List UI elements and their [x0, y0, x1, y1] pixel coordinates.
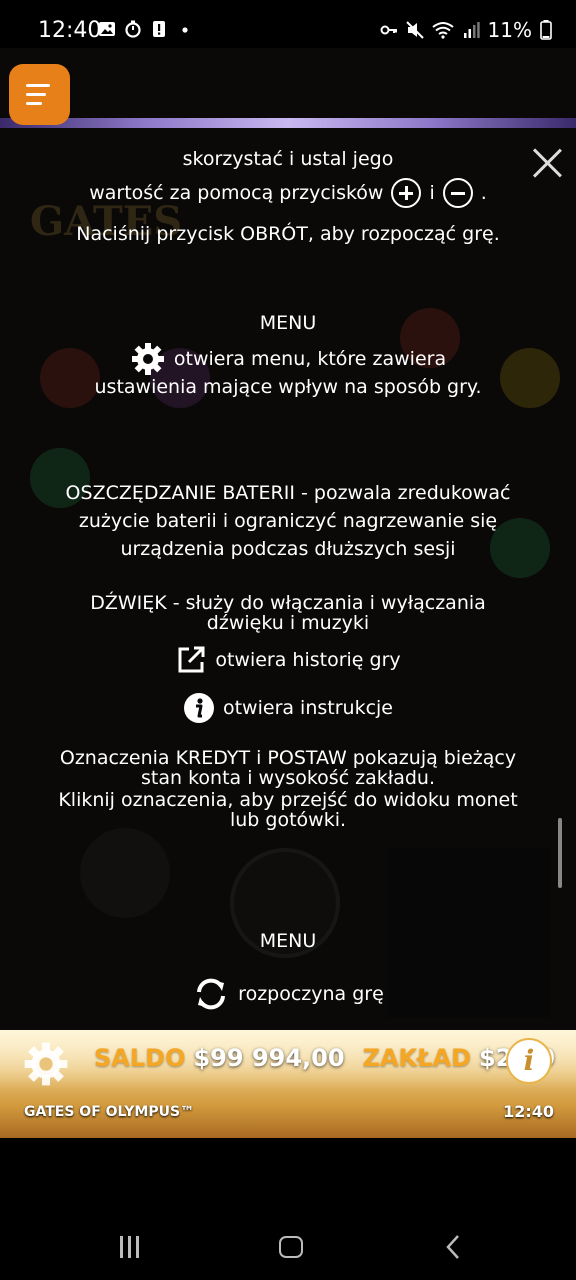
key-icon [380, 25, 397, 35]
help-line-1: skorzystać i ustal jego [182, 148, 394, 170]
info-glyph: i [523, 1044, 535, 1077]
mute-icon [405, 21, 424, 39]
plus-icon [391, 178, 422, 208]
credit-desc-1: Oznaczenia KREDYT i POSTAW pokazują bież… [59, 747, 517, 769]
help-line-2: wartość za pomocą przycisków i . [0, 178, 576, 208]
signal-icon [463, 22, 480, 38]
game-area: GATES skorzystać i ustal jego wartość za… [0, 48, 576, 1138]
alert-icon [153, 21, 165, 37]
game-name: GATES OF OLYMPUS™ [24, 1104, 195, 1120]
game-clock: 12:40 [503, 1102, 554, 1121]
credit-desc-4: lub gotówki. [229, 809, 347, 831]
info-icon [183, 693, 214, 723]
info-button[interactable]: i [506, 1038, 552, 1084]
spin-desc: rozpoczyna grę [238, 983, 384, 1005]
spin-icon [197, 978, 226, 1010]
battery-desc-2: zużycie baterii i ograniczyć nagrzewanie… [78, 510, 498, 532]
gear-icon [131, 343, 164, 375]
wifi-icon [431, 22, 454, 39]
gallery-icon [99, 22, 115, 36]
game-bottom-bar: SALDO $99 994,00 ZAKŁAD $2,00 i GATES OF… [0, 1030, 576, 1138]
timer-icon [125, 20, 141, 38]
help-line-2-and: i [429, 182, 435, 204]
recent-apps-button[interactable] [118, 1236, 142, 1258]
menu-heading: MENU [259, 312, 317, 334]
balance-label[interactable]: SALDO [94, 1044, 185, 1072]
history-text: otwiera historię gry [215, 649, 401, 671]
spin-row: rozpoczyna grę [0, 976, 576, 1012]
dot-icon [182, 27, 188, 33]
back-button[interactable] [444, 1234, 462, 1260]
hamburger-menu-button[interactable] [9, 64, 70, 125]
background-symbol [80, 828, 170, 918]
external-link-icon [178, 646, 205, 673]
battery-percent: 11% [487, 18, 532, 42]
minus-icon [442, 178, 473, 208]
status-time: 12:40 [38, 18, 102, 43]
history-row: otwiera historię gry [0, 644, 576, 676]
navigation-bar [0, 1212, 576, 1280]
help-line-2-text: wartość za pomocą przycisków [89, 182, 384, 204]
bet-label[interactable]: ZAKŁAD [363, 1044, 471, 1072]
credit-desc-3: Kliknij oznaczenia, aby przejść do widok… [58, 789, 518, 811]
balance-value[interactable]: $99 994,00 [193, 1044, 344, 1072]
credit-desc-2: stan konta i wysokość zakładu. [141, 767, 435, 789]
help-line-3: Naciśnij przycisk OBRÓT, aby rozpocząć g… [76, 223, 500, 245]
battery-icon [540, 20, 552, 40]
menu-desc-1: otwiera menu, które zawiera [173, 348, 447, 370]
header-strip [0, 118, 576, 128]
menu-desc-row: otwiera menu, które zawiera [0, 342, 576, 376]
help-line-2-period: . [480, 182, 487, 204]
home-button[interactable] [279, 1236, 303, 1258]
battery-desc-3: urządzenia podczas dłuższych sesji [120, 538, 456, 560]
instructions-row: otwiera instrukcje [0, 692, 576, 724]
instructions-text: otwiera instrukcje [222, 697, 394, 719]
battery-desc-1: OSZCZĘDZANIE BATERII - pozwala zredukowa… [65, 482, 511, 504]
settings-gear-icon[interactable] [22, 1040, 70, 1088]
menu-desc-2: ustawienia mające wpływ na sposób gry. [94, 376, 482, 398]
sound-desc-2: dźwięku i muzyki [206, 612, 370, 634]
menu-heading-2: MENU [259, 930, 317, 952]
